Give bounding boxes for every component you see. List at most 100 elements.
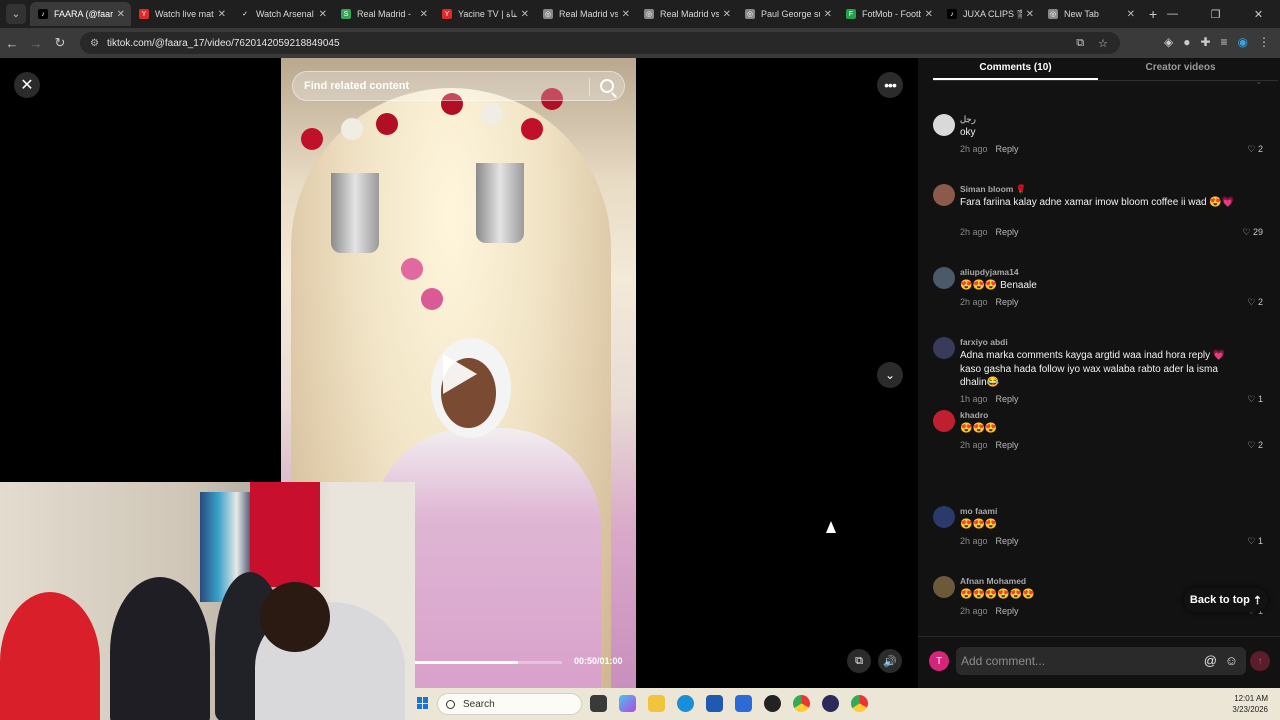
like-button[interactable]: ♡ 2 <box>1247 144 1263 155</box>
comment-username[interactable]: khadro <box>960 410 988 420</box>
copilot-icon[interactable] <box>619 695 636 712</box>
reading-list-icon[interactable]: ≡ <box>1221 35 1228 49</box>
browser-menu-icon[interactable]: ⋮ <box>1258 35 1270 49</box>
tab-close-icon[interactable]: ✕ <box>622 9 630 20</box>
related-search-input[interactable] <box>304 80 584 92</box>
browser-tab[interactable]: ◎ New Tab ✕ <box>1040 2 1141 26</box>
file-explorer-icon[interactable] <box>648 695 665 712</box>
comment-username[interactable]: Siman bloom 🌹 <box>960 184 1026 195</box>
comment-username[interactable]: Afnan Mohamed <box>960 576 1026 586</box>
avatar[interactable]: T <box>929 651 949 671</box>
next-video-chevron-icon[interactable]: ⌄ <box>877 362 903 388</box>
avatar[interactable] <box>933 184 955 206</box>
avatar[interactable] <box>933 576 955 598</box>
tab-close-icon[interactable]: ✕ <box>925 9 933 20</box>
reply-button[interactable]: Reply <box>996 394 1019 404</box>
store-icon[interactable] <box>706 695 723 712</box>
tab-close-icon[interactable]: ✕ <box>723 9 731 20</box>
reload-icon[interactable]: ↻ <box>48 35 72 51</box>
reply-button[interactable]: Reply <box>996 440 1019 450</box>
heart-icon[interactable]: ♡ <box>1255 82 1263 87</box>
chrome-icon[interactable] <box>851 695 868 712</box>
app-icon[interactable] <box>764 695 781 712</box>
reply-button[interactable]: Reply <box>996 297 1019 307</box>
avatar[interactable] <box>933 114 955 136</box>
floating-player-icon[interactable]: ⧉ <box>847 649 871 673</box>
windows-start-icon[interactable] <box>417 697 429 709</box>
address-bar[interactable]: ⚙ tiktok.com/@faara_17/video/76201420592… <box>80 32 1120 54</box>
comment-username[interactable]: mo faami <box>960 506 997 516</box>
browser-tab[interactable]: ♪ FAARA (@faara ✕ <box>30 2 131 26</box>
task-view-icon[interactable] <box>590 695 607 712</box>
browser-tab[interactable]: ◎ Real Madrid vs ✕ <box>636 2 737 26</box>
reply-button[interactable]: Reply <box>996 606 1019 616</box>
comment-input[interactable] <box>961 654 1181 668</box>
like-button[interactable]: ♡ 2 <box>1247 440 1263 451</box>
tab-close-icon[interactable]: ✕ <box>1127 9 1135 20</box>
reply-button[interactable]: Reply <box>996 536 1019 546</box>
minimize-button[interactable]: — <box>1151 8 1194 20</box>
taskbar-clock[interactable]: 12:01 AM 3/23/2026 <box>1232 693 1268 715</box>
tab-close-icon[interactable]: ✕ <box>117 9 125 20</box>
like-button[interactable]: ♡ 1 <box>1247 394 1263 405</box>
browser-tab[interactable]: Y Yacine TV | قناة ✕ <box>434 2 535 26</box>
comment-username[interactable]: رجل <box>960 114 976 125</box>
install-app-icon[interactable]: ⧉ <box>1076 37 1084 50</box>
puzzle-extensions-icon[interactable]: ✚ <box>1200 35 1210 49</box>
tab-close-icon[interactable]: ✕ <box>521 9 529 20</box>
more-options-button[interactable]: ••• <box>877 72 903 98</box>
like-button[interactable]: ♡ 2 <box>1247 297 1263 308</box>
avatar[interactable] <box>933 337 955 359</box>
back-to-top-button[interactable]: Back to top ⇡ <box>1184 588 1268 612</box>
tab-favicon-icon: Y <box>139 9 149 19</box>
tab-creator-videos[interactable]: Creator videos <box>1098 58 1263 80</box>
back-icon[interactable]: ← <box>0 36 24 51</box>
chrome-icon[interactable] <box>793 695 810 712</box>
bookmark-star-icon[interactable]: ☆ <box>1098 37 1108 50</box>
browser-tab[interactable]: S Real Madrid - ✕ <box>333 2 434 26</box>
close-video-button[interactable]: ✕ <box>14 72 40 98</box>
browser-tab[interactable]: ◎ Paul George su ✕ <box>737 2 838 26</box>
profile-avatar-icon[interactable]: ◉ <box>1238 35 1248 49</box>
tab-close-icon[interactable]: ✕ <box>319 9 327 20</box>
mail-icon[interactable] <box>735 695 752 712</box>
browser-tab[interactable]: ♪ JUXA CLIPS 🎬 ✕ <box>939 2 1040 26</box>
site-info-icon[interactable]: ⚙ <box>90 38 99 49</box>
tab-comments[interactable]: Comments (10) <box>933 58 1098 80</box>
browser-tab[interactable]: Y Watch live mat ✕ <box>131 2 232 26</box>
mention-icon[interactable]: @ <box>1204 653 1217 668</box>
shield-extension-icon[interactable]: ◈ <box>1164 35 1173 49</box>
browser-tab[interactable]: F FotMob - Footb ✕ <box>838 2 939 26</box>
tab-close-icon[interactable]: ✕ <box>1026 9 1034 20</box>
search-icon[interactable] <box>600 79 614 93</box>
avatar[interactable] <box>933 410 955 432</box>
tab-search-button[interactable]: ⌄ <box>6 4 26 24</box>
extension-icon[interactable]: ● <box>1183 35 1190 49</box>
restore-button[interactable]: ❐ <box>1194 8 1237 21</box>
video-progress-bar[interactable] <box>415 661 562 664</box>
comment-username[interactable]: farxiyo abdi <box>960 337 1008 347</box>
app-icon[interactable] <box>822 695 839 712</box>
like-button[interactable]: ♡ 1 <box>1247 536 1263 547</box>
comment-username[interactable]: aliupdyjama14 <box>960 267 1019 277</box>
close-window-button[interactable]: ✕ <box>1237 8 1280 21</box>
tab-close-icon[interactable]: ✕ <box>218 9 226 20</box>
avatar[interactable] <box>933 506 955 528</box>
reply-button[interactable]: Reply <box>996 144 1019 154</box>
forward-icon[interactable]: → <box>24 36 48 51</box>
emoji-icon[interactable]: ☺ <box>1225 653 1238 668</box>
volume-icon[interactable]: 🔊 <box>878 649 902 673</box>
tab-close-icon[interactable]: ✕ <box>420 9 428 20</box>
play-icon[interactable] <box>443 354 477 394</box>
browser-tab[interactable]: ✓ Watch Arsenal ✕ <box>232 2 333 26</box>
like-button[interactable]: ♡ 29 <box>1242 227 1263 238</box>
related-search-bar[interactable] <box>292 71 625 101</box>
taskbar-search[interactable]: Search <box>437 693 582 715</box>
reply-button[interactable]: Reply <box>996 227 1019 237</box>
send-arrow-icon[interactable]: ↑ <box>1250 651 1270 671</box>
browser-tab[interactable]: ◎ Real Madrid vs ✕ <box>535 2 636 26</box>
avatar[interactable] <box>933 267 955 289</box>
comment-field[interactable]: @ ☺ <box>956 647 1246 675</box>
tab-close-icon[interactable]: ✕ <box>824 9 832 20</box>
edge-icon[interactable] <box>677 695 694 712</box>
